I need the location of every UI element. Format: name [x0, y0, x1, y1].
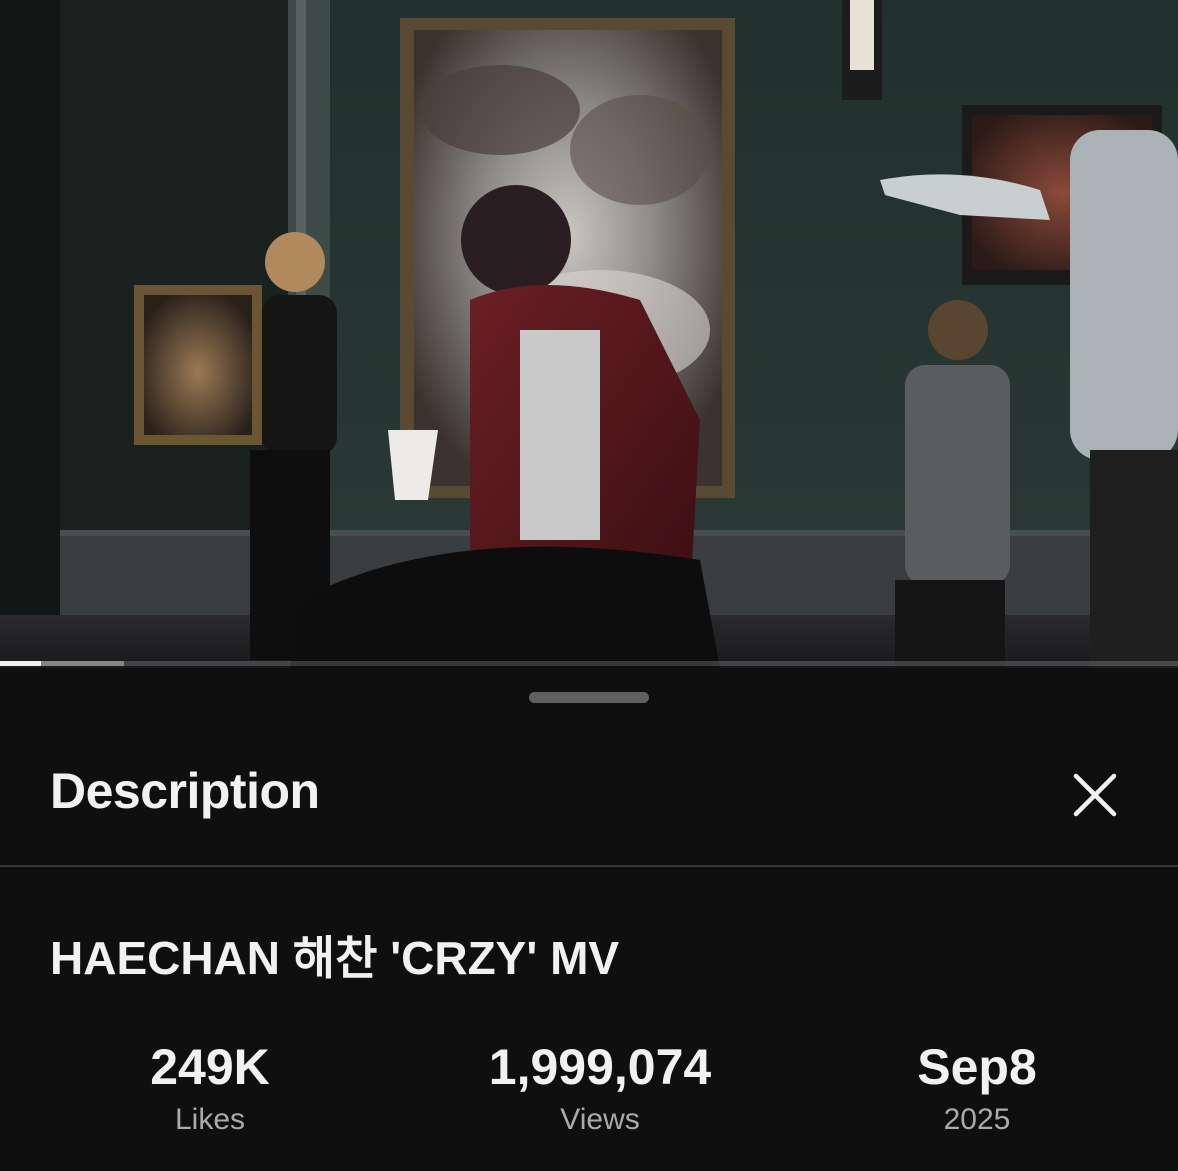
sheet-drag-handle[interactable] — [529, 692, 649, 703]
publish-date: Sep8 — [917, 1039, 1037, 1095]
date-stat: Sep8 2025 — [917, 1038, 1037, 1142]
views-label: Views — [560, 1103, 640, 1136]
description-sheet: Description HAECHAN 해찬 'CRZY' MV 249K Li… — [0, 670, 1178, 1171]
sheet-divider — [0, 865, 1178, 867]
views-stat: 1,999,074 Views — [489, 1038, 711, 1142]
publish-year: 2025 — [943, 1103, 1011, 1136]
close-button[interactable] — [1060, 760, 1130, 830]
likes-stat: 249K Likes — [150, 1038, 270, 1142]
video-title: HAECHAN 해찬 'CRZY' MV — [50, 932, 620, 984]
likes-count: 249K — [150, 1039, 270, 1095]
description-screen: Description HAECHAN 해찬 'CRZY' MV 249K Li… — [0, 0, 1178, 1171]
video-player[interactable] — [0, 0, 1178, 668]
progress-played — [0, 661, 42, 666]
progress-bar[interactable] — [0, 661, 1178, 666]
sheet-title: Description — [50, 763, 320, 819]
views-count: 1,999,074 — [488, 1039, 712, 1095]
likes-label: Likes — [174, 1103, 246, 1136]
video-frame-thumbnail — [0, 0, 1178, 668]
close-icon — [1073, 773, 1117, 817]
video-stats: 249K Likes 1,999,074 Views Sep8 2025 — [0, 1038, 1178, 1148]
